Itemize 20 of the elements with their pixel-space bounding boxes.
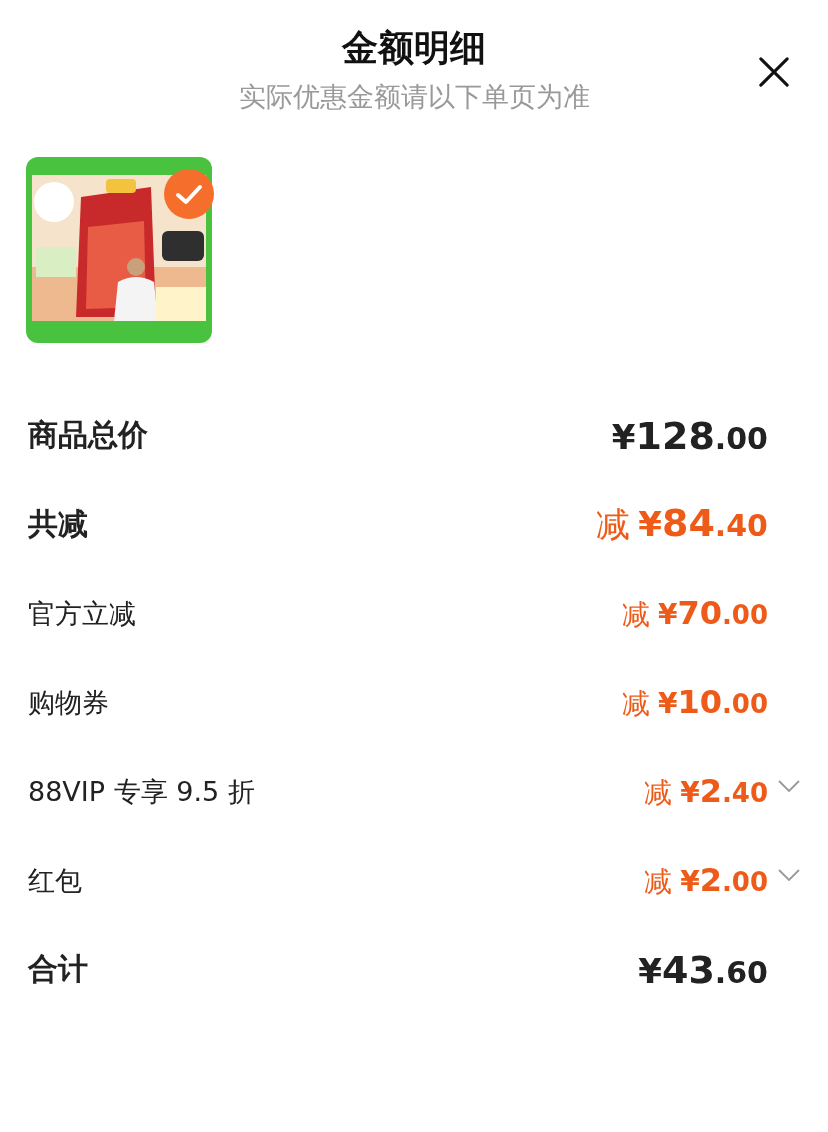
amount-text: 减 ¥2.00 xyxy=(644,860,768,901)
dialog-title: 金额明细 xyxy=(342,26,486,70)
amount-text: 减 ¥10.00 xyxy=(621,682,768,723)
row-label: 购物券 xyxy=(28,685,109,720)
row-label: 共减 xyxy=(28,505,88,543)
chevron-down-icon[interactable] xyxy=(778,779,800,792)
row-label: 88VIP 专享 9.5 折 xyxy=(28,774,255,809)
row-label: 官方立减 xyxy=(28,596,136,631)
amount-text: 减 ¥70.00 xyxy=(621,593,768,634)
amount-text: ¥43.60 xyxy=(638,947,768,992)
row-label: 商品总价 xyxy=(28,416,148,454)
dialog-subtitle: 实际优惠金额请以下单页为准 xyxy=(238,80,590,114)
amount-text: 减 ¥84.40 xyxy=(596,501,768,547)
close-icon[interactable] xyxy=(758,56,790,88)
amount-text: ¥128.00 xyxy=(611,413,768,458)
row-label: 红包 xyxy=(28,863,82,898)
row-label: 合计 xyxy=(28,950,88,988)
chevron-down-icon[interactable] xyxy=(778,868,800,881)
checkmark-icon[interactable] xyxy=(164,169,214,219)
amount-text: 减 ¥2.40 xyxy=(644,771,768,812)
